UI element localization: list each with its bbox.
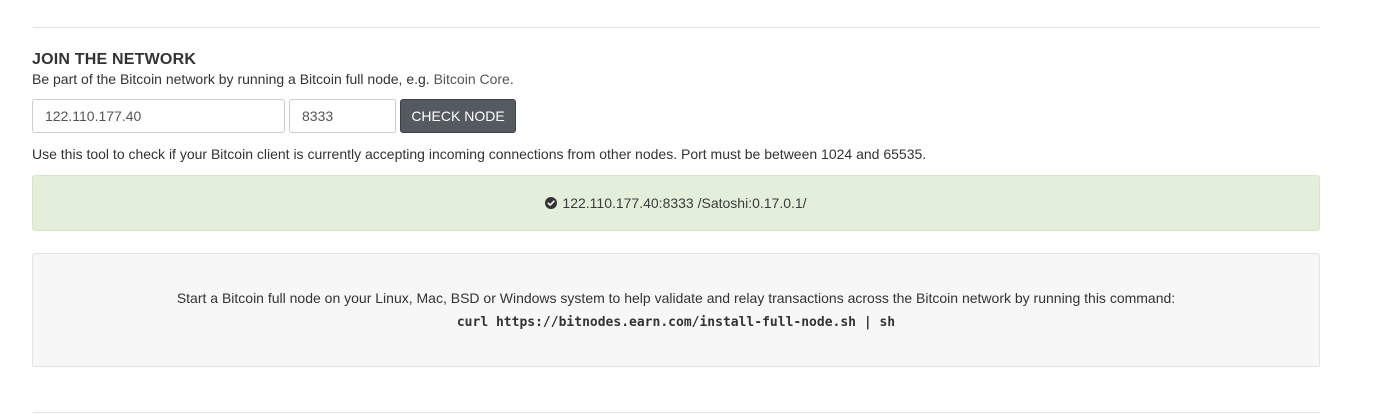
node-status-text: 122.110.177.40:8333 /Satoshi:0.17.0.1/ [562,195,807,211]
install-well: Start a Bitcoin full node on your Linux,… [32,253,1320,367]
intro-suffix: . [509,71,514,87]
host-input[interactable] [32,99,285,133]
node-status-alert: 122.110.177.40:8333 /Satoshi:0.17.0.1/ [32,175,1320,231]
port-input[interactable] [289,99,396,133]
bitcoin-core-link[interactable]: Bitcoin Core [434,71,510,87]
install-command: curl https://bitnodes.earn.com/install-f… [456,315,896,330]
bottom-divider [33,412,1320,413]
section-title: JOIN THE NETWORK [32,51,197,68]
check-node-button[interactable]: CHECK NODE [400,99,516,133]
install-description: Start a Bitcoin full node on your Linux,… [176,290,1176,306]
help-text: Use this tool to check if your Bitcoin c… [32,146,927,162]
top-divider [33,27,1320,28]
join-network-page: JOIN THE NETWORK Be part of the Bitcoin … [0,0,1400,415]
check-circle-icon [545,197,558,209]
intro-text: Be part of the Bitcoin network by runnin… [32,71,434,87]
section-intro: Be part of the Bitcoin network by runnin… [32,71,514,87]
check-node-form: CHECK NODE [32,99,516,133]
